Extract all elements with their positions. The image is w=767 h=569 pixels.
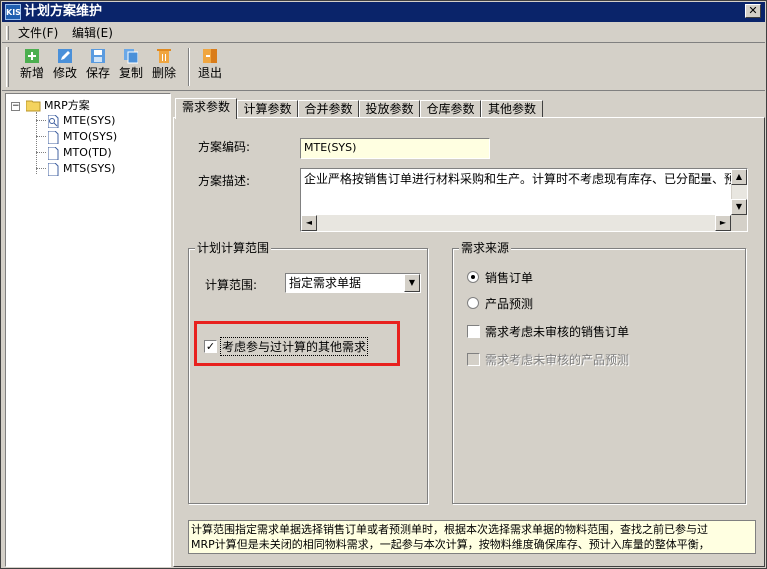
toolbar-grip xyxy=(6,47,9,87)
description-textarea[interactable]: 企业严格按销售订单进行材料采购和生产。计算时不考虑现有库存、已分配量、预 ▲ ▼… xyxy=(300,168,748,232)
unaudited-sales-checkbox[interactable] xyxy=(467,325,480,338)
tree-item[interactable]: MTS(SYS) xyxy=(48,161,115,177)
scroll-right-button[interactable]: ► xyxy=(715,215,731,231)
radio-selected-dot xyxy=(471,275,475,279)
sales-order-label[interactable]: 销售订单 xyxy=(485,269,533,286)
document-icon xyxy=(48,162,59,176)
calc-range-title: 计划计算范围 xyxy=(195,241,272,255)
delete-icon xyxy=(157,49,171,63)
edit-icon xyxy=(58,49,72,63)
menu-edit[interactable]: 编辑(E) xyxy=(72,26,113,40)
plan-tree[interactable]: − MRP方案 MTE(SYS) MTO(SYS) MTO(TD) MTS(SY… xyxy=(5,93,171,567)
scroll-down-button[interactable]: ▼ xyxy=(731,199,747,215)
tree-item-label: MTO(TD) xyxy=(63,146,112,159)
menu-grip xyxy=(6,26,9,40)
demand-source-title: 需求来源 xyxy=(459,241,512,255)
tree-item-label: MTO(SYS) xyxy=(63,130,118,143)
menu-bar: 文件(F) 编辑(E) xyxy=(2,23,765,43)
unaudited-forecast-label: 需求考虑未审核的产品预测 xyxy=(485,353,630,367)
tree-connector xyxy=(36,136,46,137)
window-title: 计划方案维护 xyxy=(24,4,103,19)
calc-range-group: 计划计算范围 计算范围: 指定需求单据 ▼ xyxy=(188,241,428,504)
save-icon xyxy=(91,49,105,63)
calc-range-select[interactable]: 指定需求单据 ▼ xyxy=(285,273,421,293)
tree-connector xyxy=(36,152,46,153)
unaudited-sales-label[interactable]: 需求考虑未审核的销售订单 xyxy=(485,323,629,340)
description-text: 企业严格按销售订单进行材料采购和生产。计算时不考虑现有库存、已分配量、预 xyxy=(304,172,737,186)
document-icon xyxy=(48,146,59,160)
app-logo-icon: KIS xyxy=(5,4,21,20)
tree-item[interactable]: MTE(SYS) xyxy=(48,113,115,129)
code-input[interactable]: MTE(SYS) xyxy=(300,138,490,159)
tree-connector xyxy=(36,120,46,121)
forecast-label[interactable]: 产品预测 xyxy=(485,295,533,312)
tab-panel: 方案编码: MTE(SYS) 方案描述: 企业严格按销售订单进行材料采购和生产。… xyxy=(173,117,765,567)
save-button[interactable]: 保存 xyxy=(82,48,114,90)
hint-box: 计算范围指定需求单据选择销售订单或者预测单时，根据本次选择需求单据的物料范围，查… xyxy=(188,520,756,554)
toolbar: 新增 修改 保存 复制 删除 退出 xyxy=(2,44,765,91)
description-horizontal-scrollbar[interactable]: ◄ ► xyxy=(301,215,731,231)
delete-button-label: 删除 xyxy=(151,66,176,80)
tree-item-label: MTE(SYS) xyxy=(63,114,116,127)
sales-order-radio[interactable] xyxy=(467,271,479,283)
tree-collapse-toggle[interactable]: − xyxy=(11,102,20,111)
exit-button-label: 退出 xyxy=(197,66,222,80)
tree-item[interactable]: MTO(TD) xyxy=(48,145,112,161)
exit-icon xyxy=(203,49,217,63)
tab-merge-params[interactable]: 合并参数 xyxy=(298,100,359,118)
toolbar-separator xyxy=(188,48,190,86)
description-vertical-scrollbar[interactable]: ▲ ▼ xyxy=(731,169,747,215)
delete-button[interactable]: 删除 xyxy=(148,48,180,90)
tab-strip: 需求参数 计算参数 合并参数 投放参数 仓库参数 其他参数 xyxy=(173,98,765,119)
main-window: KIS 计划方案维护 ✕ 文件(F) 编辑(E) 新增 修改 保存 复制 删除 xyxy=(0,0,767,569)
tab-calc-params[interactable]: 计算参数 xyxy=(237,100,298,118)
scroll-left-button[interactable]: ◄ xyxy=(301,215,317,231)
include-other-demand-checkbox[interactable]: ✓ xyxy=(204,340,217,353)
forecast-radio[interactable] xyxy=(467,297,479,309)
edit-button[interactable]: 修改 xyxy=(49,48,81,90)
menu-file[interactable]: 文件(F) xyxy=(18,26,58,40)
tree-item[interactable]: MTO(SYS) xyxy=(48,129,117,145)
copy-button-label: 复制 xyxy=(118,66,143,80)
title-bar[interactable]: KIS 计划方案维护 ✕ xyxy=(2,2,765,22)
save-button-label: 保存 xyxy=(85,66,110,80)
hint-line-2: MRP计算但是未关闭的相同物料需求，一起参与本次计算，按物料维度确保库存、预计入… xyxy=(191,538,710,551)
include-other-demand-label[interactable]: 考虑参与过计算的其他需求 xyxy=(219,337,369,356)
folder-open-icon xyxy=(26,100,41,112)
code-label: 方案编码: xyxy=(198,140,251,154)
tab-other-params[interactable]: 其他参数 xyxy=(481,100,543,118)
scrollbar-corner xyxy=(731,215,747,231)
tree-root-label: MRP方案 xyxy=(44,99,90,112)
scroll-up-button[interactable]: ▲ xyxy=(731,169,747,185)
edit-button-label: 修改 xyxy=(52,66,77,80)
tree-connector xyxy=(36,112,37,174)
add-button-label: 新增 xyxy=(19,66,44,80)
description-label: 方案描述: xyxy=(198,174,251,188)
exit-button[interactable]: 退出 xyxy=(194,48,226,90)
calc-range-label: 计算范围: xyxy=(205,278,258,292)
calc-range-value: 指定需求单据 xyxy=(289,276,362,290)
search-document-icon xyxy=(48,114,59,128)
hint-line-1: 计算范围指定需求单据选择销售订单或者预测单时，根据本次选择需求单据的物料范围，查… xyxy=(191,523,708,536)
unaudited-forecast-checkbox xyxy=(467,353,480,366)
close-button[interactable]: ✕ xyxy=(745,4,761,18)
chevron-down-icon[interactable]: ▼ xyxy=(404,274,420,292)
tree-item-label: MTS(SYS) xyxy=(63,162,116,175)
copy-icon xyxy=(124,49,138,64)
tab-demand-params[interactable]: 需求参数 xyxy=(175,98,237,119)
document-icon xyxy=(48,130,59,144)
tab-release-params[interactable]: 投放参数 xyxy=(359,100,420,118)
tree-connector xyxy=(36,168,46,169)
demand-source-group: 需求来源 销售订单 产品预测 需求考虑未审核的销售订单 需求考虑未审核的产品预测 xyxy=(452,241,746,504)
add-icon xyxy=(25,49,39,63)
add-button[interactable]: 新增 xyxy=(16,48,48,90)
tab-warehouse-params[interactable]: 仓库参数 xyxy=(420,100,481,118)
copy-button[interactable]: 复制 xyxy=(115,48,147,90)
